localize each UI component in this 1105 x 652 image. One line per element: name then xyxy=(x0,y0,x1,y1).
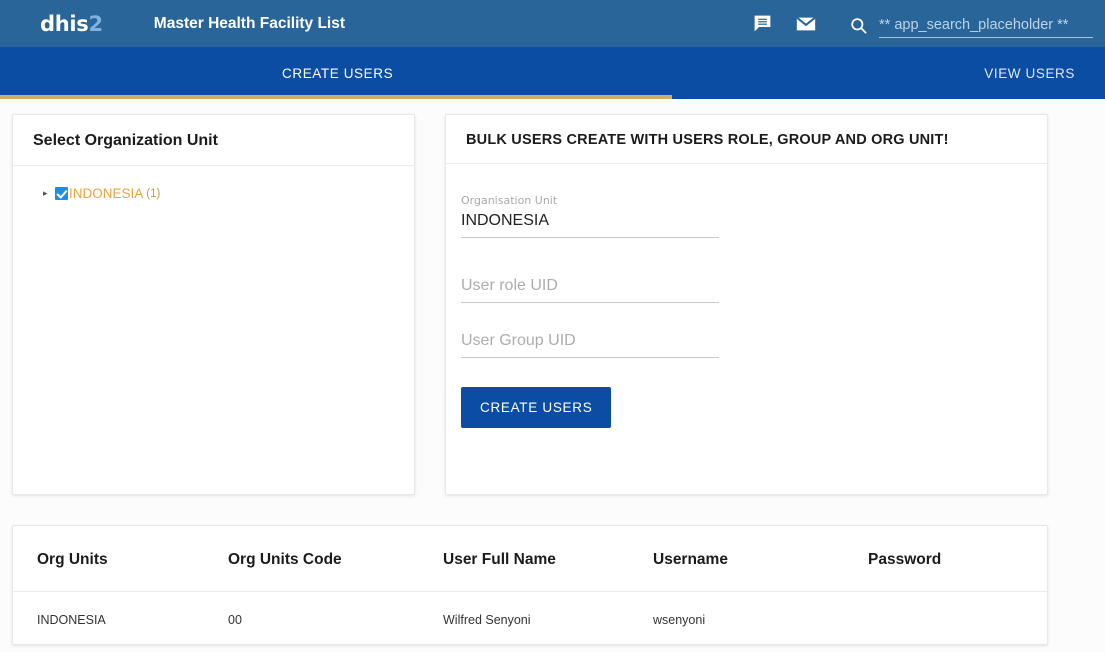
tab-view-users[interactable]: VIEW USERS xyxy=(984,47,1075,99)
dhis2-logo[interactable]: dhis2 xyxy=(40,12,103,36)
org-unit-panel-header: Select Organization Unit xyxy=(13,115,414,166)
page-content: Select Organization Unit ▸ INDONESIA (1)… xyxy=(0,99,1105,645)
col-header-user-full-name: User Full Name xyxy=(443,526,653,592)
users-table-body: INDONESIA 00 Wilfred Senyoni wsenyoni xyxy=(13,591,1047,644)
header-actions xyxy=(745,0,1105,47)
cell-username: wsenyoni xyxy=(653,591,868,644)
org-unit-input[interactable] xyxy=(461,212,719,238)
bulk-create-panel-header: BULK USERS CREATE WITH USERS ROLE, GROUP… xyxy=(446,115,1047,164)
org-unit-panel-title: Select Organization Unit xyxy=(33,132,218,149)
bulk-create-form: Organisation Unit CREATE USERS xyxy=(446,164,1047,428)
message-bubble-icon[interactable] xyxy=(745,7,779,41)
main-navbar: CREATE USERS VIEW USERS xyxy=(0,47,1105,99)
app-header: dhis2 Master Health Facility List xyxy=(0,0,1105,47)
search-icon[interactable] xyxy=(845,12,871,38)
user-group-uid-field-group xyxy=(461,332,719,358)
brand-main-text: dhis xyxy=(40,11,89,36)
col-header-org-units: Org Units xyxy=(13,526,228,592)
cell-full-name: Wilfred Senyoni xyxy=(443,591,653,644)
org-unit-field-label: Organisation Unit xyxy=(461,194,558,207)
org-unit-panel: Select Organization Unit ▸ INDONESIA (1) xyxy=(12,114,415,495)
col-header-username: Username xyxy=(653,526,868,592)
org-unit-tree-item-indonesia[interactable]: ▸ INDONESIA (1) xyxy=(43,186,414,201)
user-role-uid-field-group xyxy=(461,277,719,303)
user-role-uid-input[interactable] xyxy=(461,277,719,303)
mail-envelope-icon[interactable] xyxy=(789,7,823,41)
user-group-uid-input[interactable] xyxy=(461,332,719,358)
create-users-button[interactable]: CREATE USERS xyxy=(461,387,612,428)
bulk-create-panel: BULK USERS CREATE WITH USERS ROLE, GROUP… xyxy=(445,114,1048,495)
org-unit-checkbox[interactable] xyxy=(55,187,68,200)
users-table: Org Units Org Units Code User Full Name … xyxy=(13,526,1047,644)
users-table-card: Org Units Org Units Code User Full Name … xyxy=(12,525,1048,645)
users-table-header-row: Org Units Org Units Code User Full Name … xyxy=(13,526,1047,592)
users-table-head: Org Units Org Units Code User Full Name … xyxy=(13,526,1047,592)
org-unit-field-group: Organisation Unit xyxy=(461,194,719,238)
col-header-org-units-code: Org Units Code xyxy=(228,526,443,592)
brand-accent-text: 2 xyxy=(88,11,103,36)
header-search xyxy=(845,0,1093,47)
cell-org-unit-code: 00 xyxy=(228,591,443,644)
org-unit-tree-item-label: INDONESIA xyxy=(69,186,144,201)
chevron-right-icon[interactable]: ▸ xyxy=(43,189,55,198)
org-unit-tree: ▸ INDONESIA (1) xyxy=(13,166,414,201)
search-input[interactable] xyxy=(879,17,1093,38)
tab-create-users-label: CREATE USERS xyxy=(282,65,394,81)
cell-org-unit: INDONESIA xyxy=(13,591,228,644)
page-title: Master Health Facility List xyxy=(153,14,346,32)
cell-password xyxy=(868,591,1047,644)
table-row[interactable]: INDONESIA 00 Wilfred Senyoni wsenyoni xyxy=(13,591,1047,644)
tab-create-users[interactable]: CREATE USERS xyxy=(282,47,393,99)
top-panels-row: Select Organization Unit ▸ INDONESIA (1)… xyxy=(0,99,1105,495)
org-unit-tree-item-count: (1) xyxy=(146,187,161,200)
col-header-password: Password xyxy=(868,526,1047,592)
tab-view-users-label: VIEW USERS xyxy=(984,65,1075,81)
bulk-create-panel-title: BULK USERS CREATE WITH USERS ROLE, GROUP… xyxy=(466,132,949,148)
